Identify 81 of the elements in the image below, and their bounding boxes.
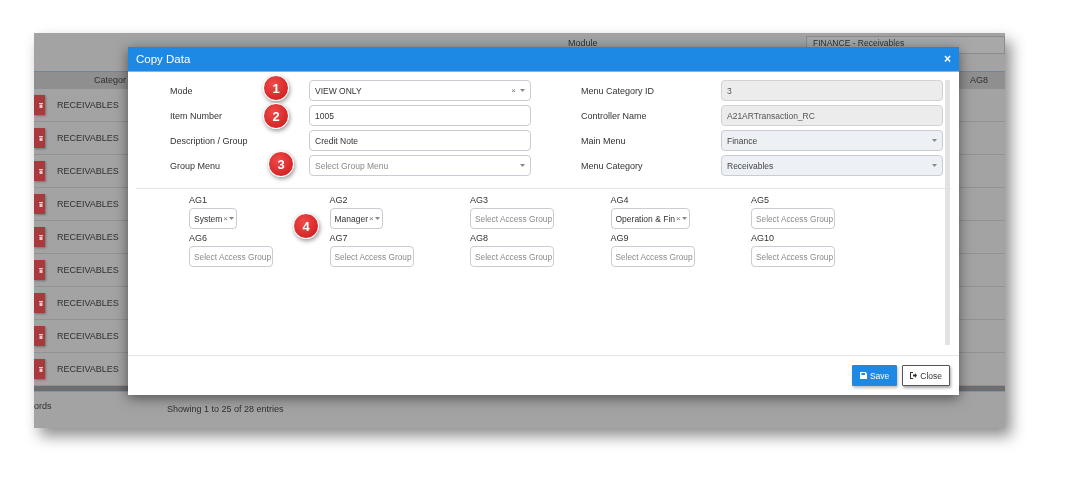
- field-label: AG9: [610, 233, 629, 243]
- caret-icon: [374, 217, 380, 220]
- trash-icon: [39, 135, 43, 141]
- column-header: Categor: [94, 75, 127, 85]
- select-field[interactable]: Select Access Group: [189, 246, 273, 267]
- field-label: AG7: [329, 233, 348, 243]
- field-label: AG2: [329, 195, 348, 205]
- caret-icon: [520, 164, 525, 167]
- clear-button[interactable]: ×: [511, 86, 516, 95]
- select-field[interactable]: System×: [189, 208, 237, 229]
- delete-button[interactable]: [34, 194, 45, 214]
- field-label: Main Menu: [581, 135, 626, 146]
- field-label: Item Number: [170, 110, 222, 121]
- delete-button[interactable]: [34, 326, 45, 346]
- input-field[interactable]: 1005: [309, 105, 531, 126]
- save-button[interactable]: Save: [851, 365, 898, 386]
- delete-button[interactable]: [34, 227, 45, 247]
- table-cell: RECEIVABLES: [57, 133, 119, 143]
- caret-icon: [681, 217, 687, 220]
- input-field[interactable]: A21ARTransaction_RC: [721, 105, 943, 126]
- delete-button[interactable]: [34, 161, 45, 181]
- records-text: ords: [34, 401, 52, 411]
- table-cell: RECEIVABLES: [57, 166, 119, 176]
- table-cell: RECEIVABLES: [57, 100, 119, 110]
- caret-icon: [229, 217, 234, 220]
- delete-button[interactable]: [34, 260, 45, 280]
- select-field[interactable]: Manager×: [329, 208, 383, 229]
- clear-button[interactable]: ×: [369, 214, 374, 223]
- delete-button[interactable]: [34, 95, 45, 115]
- table-cell: RECEIVABLES: [57, 364, 119, 374]
- field-label: Menu Category ID: [581, 85, 655, 96]
- trash-icon: [39, 267, 43, 273]
- trash-icon: [39, 333, 43, 339]
- close-button[interactable]: ×: [944, 52, 951, 66]
- select-field[interactable]: VIEW ONLY ×: [309, 80, 531, 101]
- trash-icon: [39, 201, 43, 207]
- input-field[interactable]: Credit Note: [309, 130, 531, 151]
- select-field[interactable]: Select Access Group: [329, 246, 414, 267]
- delete-button[interactable]: [34, 293, 45, 313]
- trash-icon: [39, 366, 43, 372]
- select-field[interactable]: Operation & Fin×: [610, 208, 690, 229]
- dialog-title: Copy Data: [136, 53, 191, 65]
- table-cell: RECEIVABLES: [57, 265, 119, 275]
- field-label: Menu Category: [581, 160, 643, 171]
- trash-icon: [39, 234, 43, 240]
- delete-button[interactable]: [34, 128, 45, 148]
- field-label: AG10: [751, 233, 774, 243]
- clear-button[interactable]: ×: [676, 214, 681, 223]
- trash-icon: [39, 168, 43, 174]
- select-field[interactable]: Select Access Group: [470, 246, 554, 267]
- trash-icon: [39, 102, 43, 108]
- field-label: AG3: [470, 195, 488, 205]
- caret-icon: [932, 139, 937, 142]
- delete-button[interactable]: [34, 359, 45, 379]
- field-label: Group Menu: [170, 160, 221, 171]
- caret-icon: [932, 164, 937, 167]
- field-label: Mode: [170, 85, 193, 96]
- clear-button[interactable]: ×: [223, 214, 228, 223]
- select-field[interactable]: Select Access Group: [751, 208, 835, 229]
- field-label: AG8: [470, 233, 488, 243]
- field-label: AG4: [610, 195, 629, 205]
- input-field[interactable]: 3: [721, 80, 943, 101]
- select-field[interactable]: Select Access Group: [470, 208, 554, 229]
- table-cell: RECEIVABLES: [57, 232, 119, 242]
- select-field[interactable]: Select Access Group: [610, 246, 695, 267]
- field-label: Controller Name: [581, 110, 647, 121]
- entries-info: Showing 1 to 25 of 28 entries: [167, 404, 284, 414]
- module-label: Module: [568, 38, 598, 48]
- table-cell: RECEIVABLES: [57, 331, 119, 341]
- field-label: AG1: [189, 195, 207, 205]
- column-header: AG8: [970, 75, 988, 85]
- table-cell: RECEIVABLES: [57, 298, 119, 308]
- select-field[interactable]: Select Group Menu: [309, 155, 531, 176]
- close-button[interactable]: Close: [902, 365, 950, 386]
- field-label: Description / Group: [170, 135, 248, 146]
- table-cell: RECEIVABLES: [57, 199, 119, 209]
- field-label: AG5: [751, 195, 769, 205]
- field-label: AG6: [189, 233, 207, 243]
- trash-icon: [39, 300, 43, 306]
- sign-out-icon: [910, 372, 918, 379]
- select-field[interactable]: Select Access Group: [751, 246, 835, 267]
